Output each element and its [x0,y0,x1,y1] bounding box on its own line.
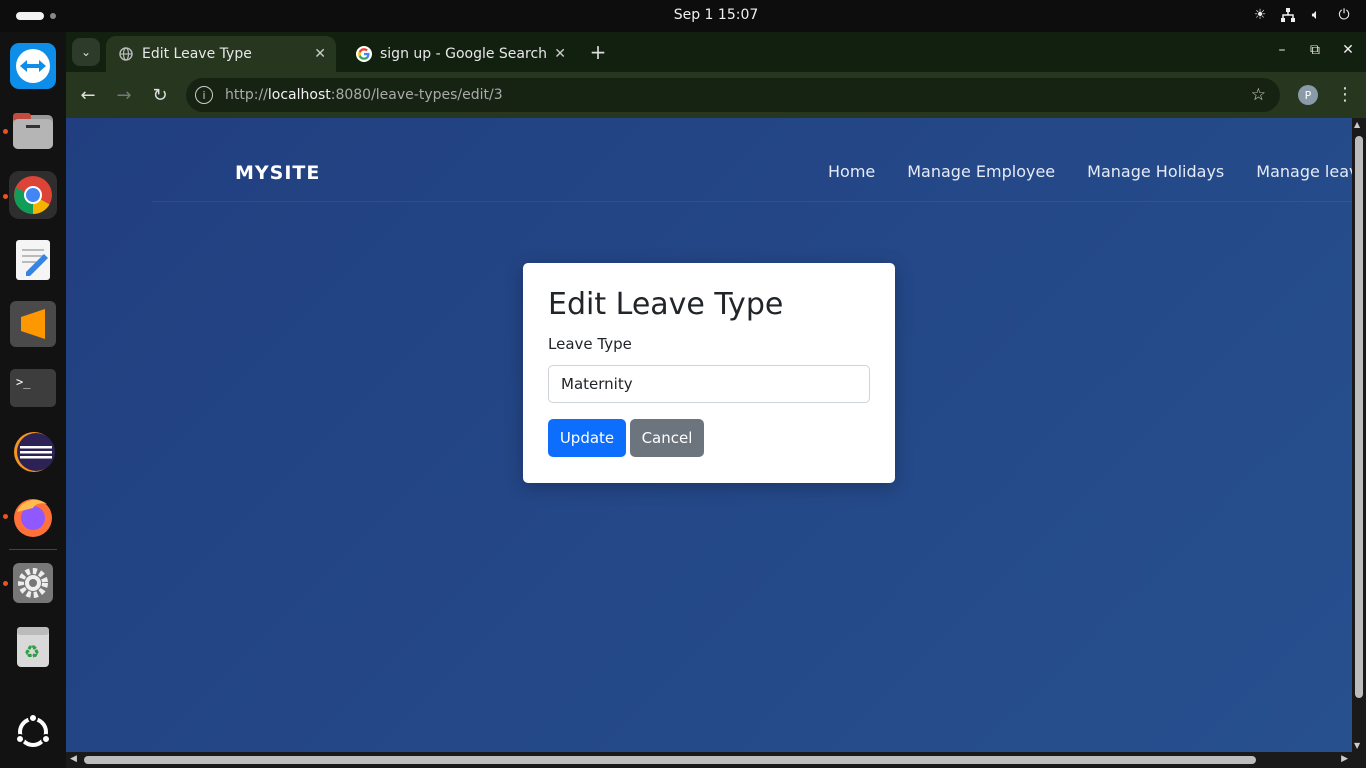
browser-window: ⌄ Edit Leave Type ✕ sign up - Google Sea… [66,32,1366,768]
volume-icon[interactable]: 🔈︎ [1308,6,1324,24]
eclipse-icon[interactable] [9,428,57,476]
scroll-down-icon[interactable]: ▼ [1354,741,1360,750]
scroll-right-icon[interactable]: ▶ [1341,754,1348,764]
globe-icon [118,46,134,62]
nav-manage-holidays[interactable]: Manage Holidays [1087,162,1224,181]
google-icon [356,46,372,62]
edit-leave-type-card: Edit Leave Type Leave Type Update Cancel [523,263,895,483]
form-title: Edit Leave Type [548,287,784,322]
trash-icon[interactable]: ♻ [9,623,57,671]
browser-menu-icon[interactable]: ⋮ [1336,84,1354,105]
scroll-up-icon[interactable]: ▲ [1354,120,1360,129]
chrome-icon[interactable] [9,171,57,219]
brightness-icon[interactable]: ☀ [1252,6,1268,24]
text-editor-icon[interactable] [9,236,57,284]
clock[interactable]: Sep 1 15:07 [0,7,1366,23]
tab-title: Edit Leave Type [142,46,252,62]
files-icon[interactable] [9,107,57,155]
url-scheme: http:// [225,87,268,103]
terminal-icon[interactable]: >_ [9,364,57,412]
minimize-icon[interactable]: – [1272,42,1292,58]
maximize-icon[interactable]: ⧉ [1305,42,1325,58]
leave-type-label: Leave Type [548,335,632,353]
close-window-icon[interactable]: ✕ [1338,42,1358,58]
network-icon[interactable] [1280,6,1296,24]
tab-google-search[interactable]: sign up - Google Search ✕ [344,36,576,72]
horizontal-scrollbar[interactable]: ◀ ▶ [66,752,1366,768]
teamviewer-icon[interactable] [9,42,57,90]
new-tab-button[interactable]: + [586,40,610,64]
scroll-left-icon[interactable]: ◀ [70,754,77,764]
cancel-button[interactable]: Cancel [630,419,704,457]
nav-manage-employee[interactable]: Manage Employee [907,162,1055,181]
dock-separator [9,549,57,550]
settings-icon[interactable] [9,559,57,607]
vertical-scrollbar[interactable]: ▲ ▼ [1352,118,1366,752]
running-indicator [3,514,8,519]
tab-search-button[interactable]: ⌄ [72,38,100,66]
site-navbar: MYSITE Home Manage Employee Manage Holid… [152,148,1352,202]
svg-text:>_: >_ [16,375,31,389]
tab-strip: ⌄ Edit Leave Type ✕ sign up - Google Sea… [66,32,1366,72]
leave-type-input[interactable] [548,365,870,403]
system-top-bar: Sep 1 15:07 ☀ 🔈︎ ⏻ [0,0,1366,32]
running-indicator [3,581,8,586]
profile-avatar[interactable]: P [1298,85,1318,105]
power-icon[interactable]: ⏻ [1336,6,1352,24]
nav-manage-leaves[interactable]: Manage leaves [1256,162,1352,181]
dock: >_ ♻ [0,32,66,768]
nav-home[interactable]: Home [828,162,875,181]
tab-edit-leave-type[interactable]: Edit Leave Type ✕ [106,36,336,72]
update-button[interactable]: Update [548,419,626,457]
page-viewport: MYSITE Home Manage Employee Manage Holid… [66,118,1352,752]
browser-toolbar: ← → ↻ i http://localhost:8080/leave-type… [66,72,1366,118]
system-tray[interactable]: ☀ 🔈︎ ⏻ [1252,6,1352,24]
show-apps-icon[interactable] [9,708,57,756]
vertical-scroll-thumb[interactable] [1355,136,1363,698]
running-indicator [3,129,8,134]
site-info-icon[interactable]: i [195,86,213,104]
horizontal-scroll-thumb[interactable] [84,756,1256,764]
url-text[interactable]: http://localhost:8080/leave-types/edit/3 [225,87,503,103]
url-host: localhost [267,87,331,103]
close-tab-icon[interactable]: ✕ [554,46,566,62]
sublime-text-icon[interactable] [9,300,57,348]
running-indicator [3,194,8,199]
forward-icon[interactable]: → [112,83,136,107]
address-bar[interactable]: i http://localhost:8080/leave-types/edit… [186,78,1280,112]
reload-icon[interactable]: ↻ [148,83,172,107]
close-tab-icon[interactable]: ✕ [314,46,326,62]
firefox-icon[interactable] [9,492,57,540]
tab-title: sign up - Google Search [380,46,548,62]
nav-links: Home Manage Employee Manage Holidays Man… [828,162,1352,181]
bookmark-star-icon[interactable]: ☆ [1251,85,1266,105]
back-icon[interactable]: ← [76,83,100,107]
url-path: :8080/leave-types/edit/3 [330,87,503,103]
svg-text:♻: ♻ [24,642,40,663]
site-brand[interactable]: MYSITE [235,162,320,184]
